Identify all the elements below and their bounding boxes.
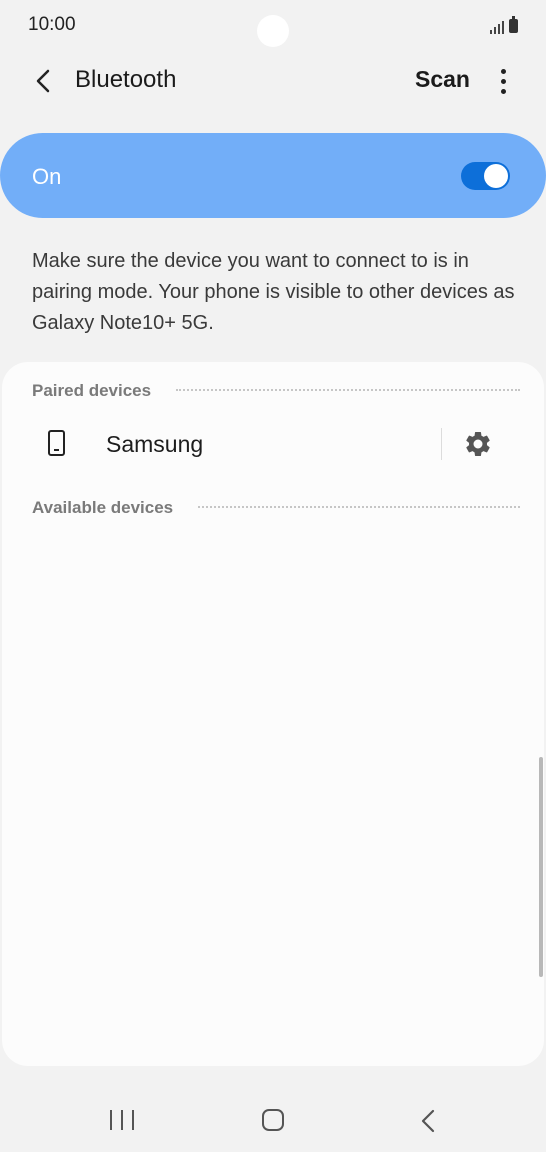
section-divider (198, 506, 520, 508)
pairing-description: Make sure the device you want to connect… (32, 250, 515, 334)
switch-knob (484, 164, 508, 188)
status-time: 10:00 (28, 14, 76, 35)
page-title: Bluetooth (75, 66, 177, 93)
scrollbar[interactable] (539, 757, 543, 977)
scan-button[interactable]: Scan (415, 66, 470, 93)
camera-cutout (257, 15, 289, 47)
bluetooth-switch[interactable] (461, 162, 510, 190)
device-name: Samsung (106, 431, 204, 457)
device-settings-button[interactable] (462, 428, 494, 460)
paired-devices-header: Paired devices (32, 381, 152, 400)
battery-icon (509, 16, 518, 33)
back-arrow-icon (36, 69, 50, 93)
more-options-button[interactable] (492, 66, 514, 96)
signal-icon (490, 18, 504, 34)
row-divider (441, 428, 442, 460)
recent-apps-button[interactable] (110, 1110, 134, 1132)
recent-apps-icon (110, 1110, 112, 1130)
back-button[interactable] (26, 62, 60, 100)
phone-icon (48, 430, 65, 456)
home-button[interactable] (262, 1109, 284, 1131)
gear-icon (466, 431, 490, 456)
toggle-label: On (32, 164, 62, 189)
status-icons (490, 14, 518, 34)
available-devices-header: Available devices (32, 498, 174, 517)
more-options-icon (500, 68, 506, 74)
section-divider (176, 389, 520, 391)
back-icon (421, 1109, 435, 1133)
nav-back-button[interactable] (416, 1106, 440, 1136)
